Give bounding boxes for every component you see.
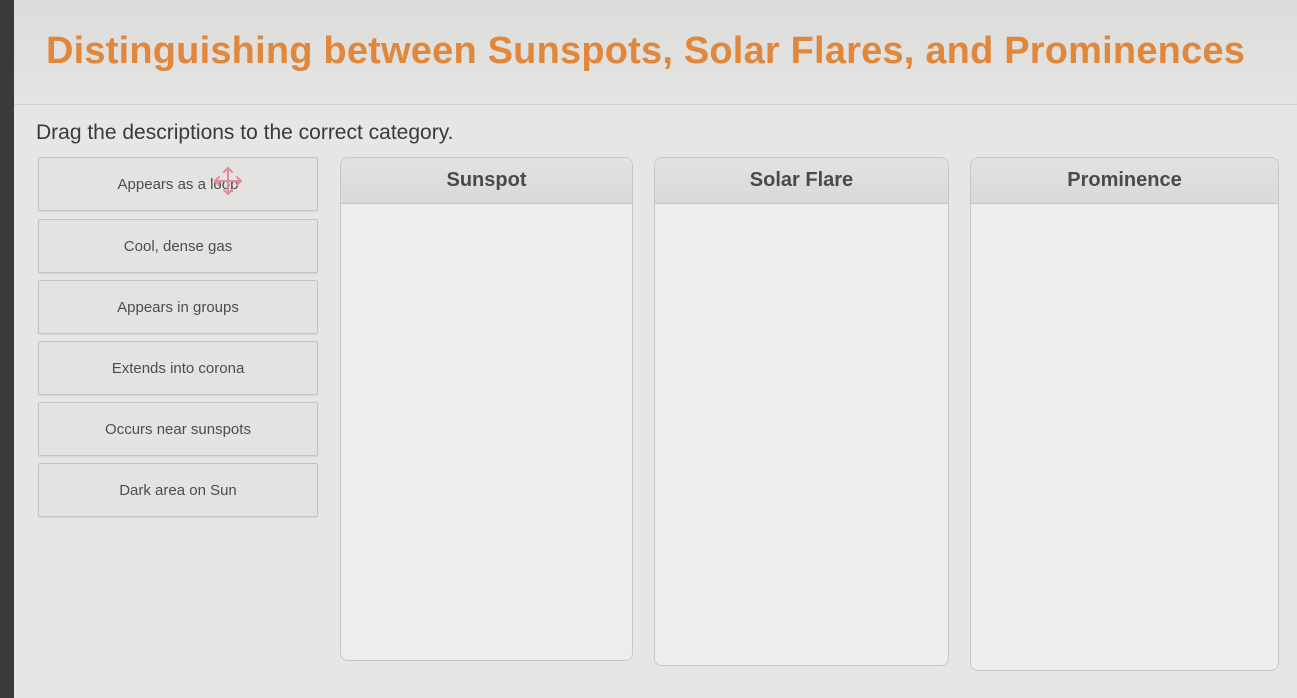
- tile-label: Occurs near sunspots: [105, 420, 251, 438]
- drop-zone-prominence[interactable]: [971, 204, 1278, 670]
- category-header-solar-flare: Solar Flare: [655, 158, 948, 204]
- category-column-sunspot: Sunspot: [340, 157, 633, 661]
- tile-label: Extends into corona: [111, 359, 245, 377]
- tile-label: Appears in groups: [117, 298, 239, 316]
- title-bar: Distinguishing between Sunspots, Solar F…: [14, 0, 1297, 105]
- category-column-solar-flare: Solar Flare: [654, 157, 949, 666]
- drop-zone-solar-flare[interactable]: [655, 204, 948, 665]
- draggable-tile-dark-area-on-sun[interactable]: Dark area on Sun: [38, 463, 318, 517]
- draggable-tile-occurs-near-sunspots[interactable]: Occurs near sunspots: [38, 402, 318, 456]
- tile-label: Dark area on Sun: [119, 481, 237, 499]
- move-cursor-icon: [213, 166, 243, 196]
- category-header-prominence: Prominence: [971, 158, 1278, 204]
- category-column-prominence: Prominence: [970, 157, 1279, 671]
- draggable-tile-extends-into-corona[interactable]: Extends into corona: [38, 341, 318, 395]
- tile-label: Cool, dense gas: [123, 237, 233, 255]
- draggable-tile-appears-in-groups[interactable]: Appears in groups: [38, 280, 318, 334]
- draggable-tile-cool-dense-gas[interactable]: Cool, dense gas: [38, 219, 318, 273]
- app-screen: Distinguishing between Sunspots, Solar F…: [14, 0, 1297, 698]
- category-header-sunspot: Sunspot: [341, 158, 632, 204]
- drop-zone-sunspot[interactable]: [341, 204, 632, 660]
- draggable-tile-appears-as-a-loop[interactable]: Appears as a loop: [38, 157, 318, 211]
- page-title: Distinguishing between Sunspots, Solar F…: [46, 30, 1246, 72]
- instruction-text: Drag the descriptions to the correct cat…: [36, 121, 454, 144]
